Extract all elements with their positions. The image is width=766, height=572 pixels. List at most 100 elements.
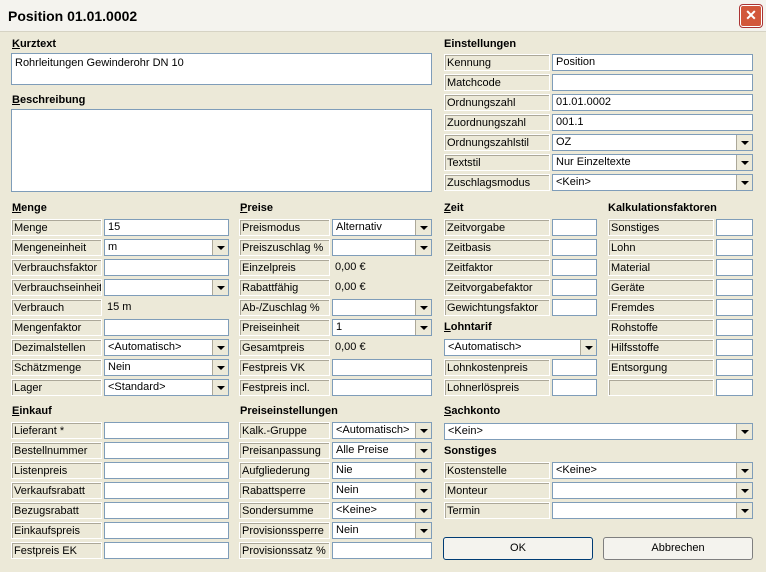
chevron-down-icon[interactable] — [736, 175, 752, 190]
kf-lohn-field[interactable] — [716, 239, 753, 256]
matchcode-label: Matchcode — [444, 74, 550, 91]
gewichtungsfaktor-label: Gewichtungsfaktor — [444, 299, 550, 316]
sachkonto-select[interactable]: <Kein> — [444, 423, 753, 440]
chevron-down-icon[interactable] — [212, 380, 228, 395]
lager-value: <Standard> — [108, 381, 166, 393]
sondersumme-select[interactable]: <Keine> — [332, 502, 432, 519]
bezugsrabatt-field[interactable] — [104, 502, 229, 519]
beschreibung-textarea[interactable] — [11, 109, 432, 192]
rabattsperre-select[interactable]: Nein — [332, 482, 432, 499]
mengeneinheit-select[interactable]: m — [104, 239, 229, 256]
kf-fremdes-field[interactable] — [716, 299, 753, 316]
chevron-down-icon[interactable] — [736, 463, 752, 478]
lohntarif-header: Lohntarif — [444, 321, 492, 333]
preisanpassung-select[interactable]: Alle Preise — [332, 442, 432, 459]
chevron-down-icon[interactable] — [212, 240, 228, 255]
matchcode-field[interactable] — [552, 74, 753, 91]
preiszuschlag-select[interactable] — [332, 239, 432, 256]
listenpreis-field[interactable] — [104, 462, 229, 479]
ordnungszahl-field[interactable]: 01.01.0002 — [552, 94, 753, 111]
lohnerloespreis-field[interactable] — [552, 379, 597, 396]
kf-material-field[interactable] — [716, 259, 753, 276]
bestellnummer-label: Bestellnummer — [11, 442, 102, 459]
chevron-down-icon[interactable] — [736, 155, 752, 170]
chevron-down-icon[interactable] — [212, 280, 228, 295]
zuschlagsmodus-select[interactable]: <Kein> — [552, 174, 753, 191]
kf-hilfsstoffe-field[interactable] — [716, 339, 753, 356]
lieferant-field[interactable] — [104, 422, 229, 439]
chevron-down-icon[interactable] — [415, 443, 431, 458]
festpreis-vk-field[interactable] — [332, 359, 432, 376]
chevron-down-icon[interactable] — [415, 503, 431, 518]
chevron-down-icon[interactable] — [415, 483, 431, 498]
menge-field[interactable]: 15 — [104, 219, 229, 236]
kf-rohstoffe-field[interactable] — [716, 319, 753, 336]
zeitfaktor-field[interactable] — [552, 259, 597, 276]
provisionssperre-select[interactable]: Nein — [332, 522, 432, 539]
listenpreis-label: Listenpreis — [11, 462, 102, 479]
termin-select[interactable] — [552, 502, 753, 519]
zeitbasis-field[interactable] — [552, 239, 597, 256]
schaetzmenge-value: Nein — [108, 361, 131, 373]
chevron-down-icon[interactable] — [212, 360, 228, 375]
abzuschlag-select[interactable] — [332, 299, 432, 316]
einkaufspreis-field[interactable] — [104, 522, 229, 539]
textstil-select[interactable]: Nur Einzeltexte — [552, 154, 753, 171]
kf-geraete-field[interactable] — [716, 279, 753, 296]
dezimalstellen-select[interactable]: <Automatisch> — [104, 339, 229, 356]
lohnkostenpreis-field[interactable] — [552, 359, 597, 376]
verbrauchseinheit-select[interactable] — [104, 279, 229, 296]
lohntarif-select[interactable]: <Automatisch> — [444, 339, 597, 356]
chevron-down-icon[interactable] — [415, 240, 431, 255]
preismodus-select[interactable]: Alternativ — [332, 219, 432, 236]
kostenstelle-select[interactable]: <Keine> — [552, 462, 753, 479]
mengenfaktor-field[interactable] — [104, 319, 229, 336]
chevron-down-icon[interactable] — [415, 320, 431, 335]
preiszuschlag-label: Preiszuschlag % — [239, 239, 330, 256]
verkaufsrabatt-field[interactable] — [104, 482, 229, 499]
chevron-down-icon[interactable] — [415, 423, 431, 438]
provisionssperre-value: Nein — [336, 524, 359, 536]
chevron-down-icon[interactable] — [415, 300, 431, 315]
close-icon[interactable]: ✕ — [740, 5, 762, 27]
cancel-button[interactable]: Abbrechen — [603, 537, 753, 560]
verbrauchseinheit-label: Verbrauchseinheit — [11, 279, 102, 296]
kurztext-input[interactable]: Rohrleitungen Gewinderohr DN 10 — [11, 53, 432, 85]
zeitvorgabe-field[interactable] — [552, 219, 597, 236]
ordnungszahlstil-select[interactable]: OZ — [552, 134, 753, 151]
chevron-down-icon[interactable] — [736, 135, 752, 150]
menge-label: Menge — [11, 219, 102, 236]
preiseinheit-select[interactable]: 1 — [332, 319, 432, 336]
verbrauchsfaktor-field[interactable] — [104, 259, 229, 276]
schaetzmenge-select[interactable]: Nein — [104, 359, 229, 376]
provisionssatz-field[interactable] — [332, 542, 432, 559]
festpreis-incl-field[interactable] — [332, 379, 432, 396]
chevron-down-icon[interactable] — [736, 424, 752, 439]
chevron-down-icon[interactable] — [415, 463, 431, 478]
chevron-down-icon[interactable] — [736, 483, 752, 498]
kf-empty-field[interactable] — [716, 379, 753, 396]
provisionssatz-label: Provisionssatz % — [239, 542, 330, 559]
lager-select[interactable]: <Standard> — [104, 379, 229, 396]
monteur-select[interactable] — [552, 482, 753, 499]
preisanpassung-value: Alle Preise — [336, 444, 389, 456]
chevron-down-icon[interactable] — [736, 503, 752, 518]
gewichtungsfaktor-field[interactable] — [552, 299, 597, 316]
zuordnungszahl-field[interactable]: 001.1 — [552, 114, 753, 131]
aufgliederung-select[interactable]: Nie — [332, 462, 432, 479]
chevron-down-icon[interactable] — [415, 220, 431, 235]
zeitvorgabefaktor-field[interactable] — [552, 279, 597, 296]
kf-entsorgung-field[interactable] — [716, 359, 753, 376]
kennung-field[interactable]: Position — [552, 54, 753, 71]
zeitvorgabefaktor-label: Zeitvorgabefaktor — [444, 279, 550, 296]
chevron-down-icon[interactable] — [415, 523, 431, 538]
bestellnummer-field[interactable] — [104, 442, 229, 459]
kalk-gruppe-select[interactable]: <Automatisch> — [332, 422, 432, 439]
chevron-down-icon[interactable] — [580, 340, 596, 355]
title-bar: Position 01.01.0002 ✕ — [0, 0, 766, 32]
kf-sonstiges-field[interactable] — [716, 219, 753, 236]
ok-button[interactable]: OK — [443, 537, 593, 560]
schaetzmenge-label: Schätzmenge — [11, 359, 102, 376]
chevron-down-icon[interactable] — [212, 340, 228, 355]
festpreis-ek-field[interactable] — [104, 542, 229, 559]
